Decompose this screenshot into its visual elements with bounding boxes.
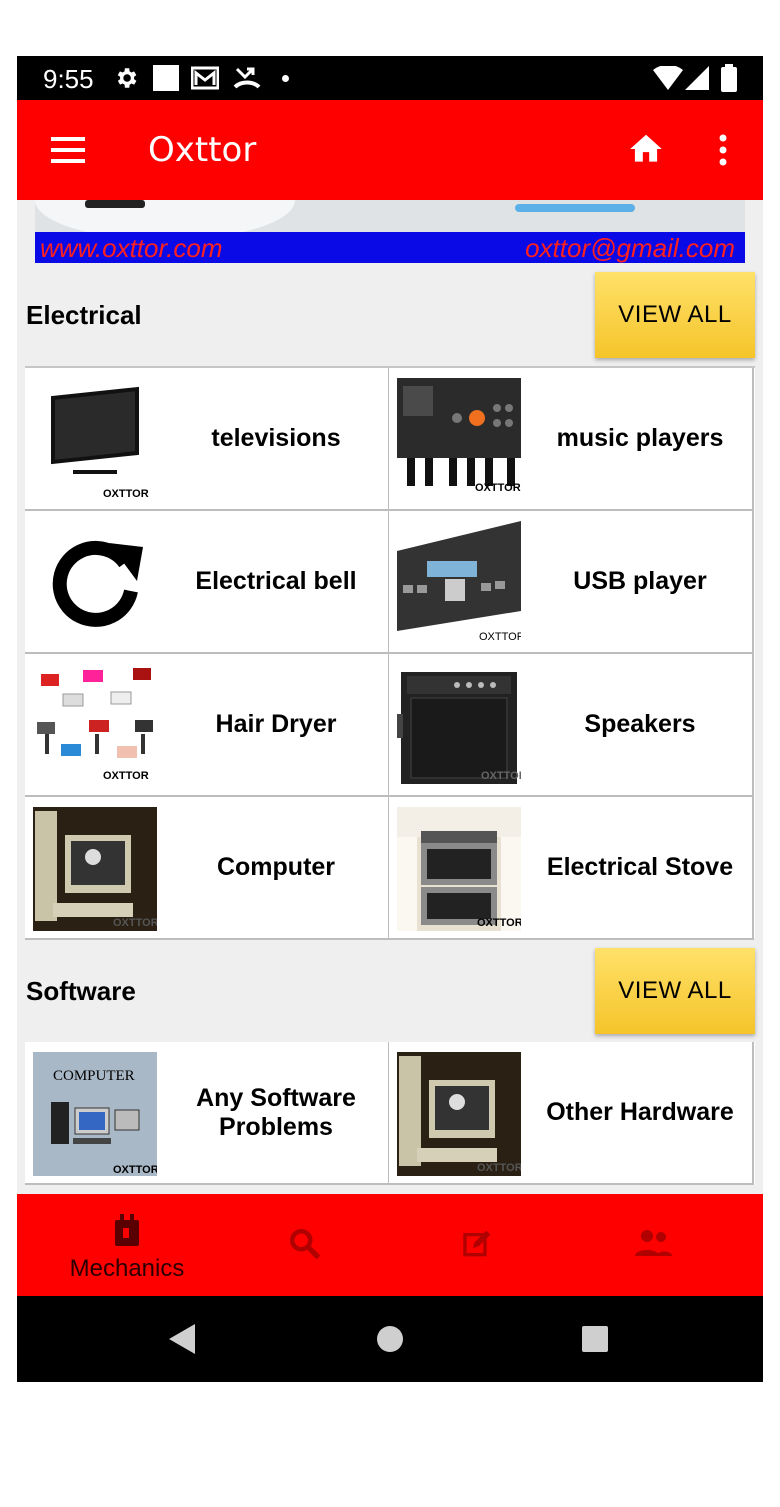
recents-icon[interactable] — [582, 1326, 608, 1352]
menu-icon[interactable] — [51, 137, 85, 163]
notification-dot — [282, 75, 289, 82]
wifi-icon — [653, 66, 683, 90]
electrical-stove-thumbnail: OXTTOR — [397, 807, 521, 931]
home-circle-icon[interactable] — [376, 1325, 404, 1353]
banner-contact-strip: www.oxttor.com oxttor@gmail.com — [35, 232, 745, 263]
category-label: Electrical bell — [195, 567, 357, 595]
category-music-players[interactable]: OXTTOR music players — [389, 368, 754, 511]
thumbnail-caption: COMPUTER — [53, 1068, 135, 1084]
more-options-icon[interactable] — [717, 134, 729, 166]
usb-player-thumbnail: OXTTOR — [397, 521, 521, 645]
watermark: OXTTOR — [103, 770, 149, 782]
nav-item-edit[interactable] — [389, 1194, 575, 1296]
speakers-thumbnail: OXTTOR — [397, 664, 521, 788]
category-label: music players — [556, 424, 724, 452]
settings-icon — [117, 68, 137, 88]
music-players-thumbnail: OXTTOR — [397, 378, 521, 502]
people-icon — [635, 1230, 672, 1256]
banner-image — [35, 200, 745, 232]
watermark: OXTTOR — [113, 1164, 157, 1176]
view-all-software-button[interactable]: VIEW ALL — [595, 948, 755, 1034]
watermark: OXTTOR — [479, 631, 521, 643]
nav-item-mechanics[interactable]: Mechanics — [17, 1194, 203, 1296]
nav-item-people[interactable] — [575, 1194, 761, 1296]
watermark: OXTTOR — [477, 1162, 521, 1174]
category-computer[interactable]: OXTTOR Computer — [25, 797, 390, 940]
banner-website[interactable]: www.oxttor.com — [40, 233, 223, 264]
software-grid: COMPUTER OXTTOR Any Software Problems OX… — [25, 1042, 755, 1185]
category-electrical-bell[interactable]: Electrical bell — [25, 511, 390, 654]
status-bar: 9:55 — [17, 56, 763, 100]
phone-screen: 9:55 Oxttor www.oxttor.com oxttor@gmail.… — [17, 56, 763, 1382]
category-electrical-stove[interactable]: OXTTOR Electrical Stove — [389, 797, 754, 940]
category-other-hardware[interactable]: OXTTOR Other Hardware — [389, 1042, 754, 1185]
missed-call-icon — [233, 67, 261, 89]
computer-thumbnail: OXTTOR — [33, 807, 157, 931]
category-label: Speakers — [584, 710, 696, 738]
app-bar: Oxttor — [17, 100, 763, 200]
electrical-grid: OXTTOR televisions OXTTOR music players … — [25, 366, 755, 940]
status-time: 9:55 — [43, 64, 94, 94]
home-icon[interactable] — [627, 130, 665, 168]
system-navigation-bar — [17, 1296, 763, 1382]
back-icon[interactable] — [169, 1324, 195, 1354]
watermark: OXTTOR — [475, 482, 521, 494]
view-all-electrical-button[interactable]: VIEW ALL — [595, 272, 755, 358]
category-label: Computer — [216, 853, 336, 881]
banner-email[interactable]: oxttor@gmail.com — [525, 233, 735, 264]
category-label: Hair Dryer — [215, 710, 337, 738]
watermark: OXTTOR — [481, 770, 521, 782]
app-title: Oxttor — [148, 130, 257, 170]
hair-dryer-thumbnail: OXTTOR — [33, 664, 157, 788]
refresh-icon — [33, 521, 157, 645]
category-televisions[interactable]: OXTTOR televisions — [25, 368, 390, 511]
category-any-software-problems[interactable]: COMPUTER OXTTOR Any Software Problems — [25, 1042, 390, 1185]
section-title-electrical: Electrical — [26, 300, 142, 330]
software-thumbnail: COMPUTER OXTTOR — [33, 1052, 157, 1176]
edit-icon — [463, 1230, 491, 1257]
category-label: Other Hardware — [546, 1098, 734, 1126]
promo-banner[interactable]: www.oxttor.com oxttor@gmail.com — [35, 200, 745, 263]
watermark: OXTTOR — [113, 917, 157, 929]
section-title-software: Software — [26, 976, 136, 1006]
signal-icon — [685, 66, 709, 90]
category-hair-dryer[interactable]: OXTTOR Hair Dryer — [25, 654, 390, 797]
mail-icon — [191, 66, 219, 90]
search-icon — [290, 1229, 321, 1260]
televisions-thumbnail: OXTTOR — [33, 378, 157, 502]
category-label: Any Software Problems — [196, 1083, 356, 1141]
category-label: Electrical Stove — [546, 853, 734, 881]
battery-icon — [721, 64, 737, 92]
mechanics-icon — [115, 1214, 139, 1246]
category-label: USB player — [573, 567, 707, 595]
category-speakers[interactable]: OXTTOR Speakers — [389, 654, 754, 797]
watermark: OXTTOR — [103, 488, 149, 500]
other-hardware-thumbnail: OXTTOR — [397, 1052, 521, 1176]
nav-item-search[interactable] — [203, 1194, 389, 1296]
watermark: OXTTOR — [477, 917, 521, 929]
notification-square-icon — [153, 65, 179, 91]
category-label: televisions — [211, 424, 341, 452]
bottom-navigation: Mechanics — [17, 1194, 763, 1296]
category-usb-player[interactable]: OXTTOR USB player — [389, 511, 754, 654]
